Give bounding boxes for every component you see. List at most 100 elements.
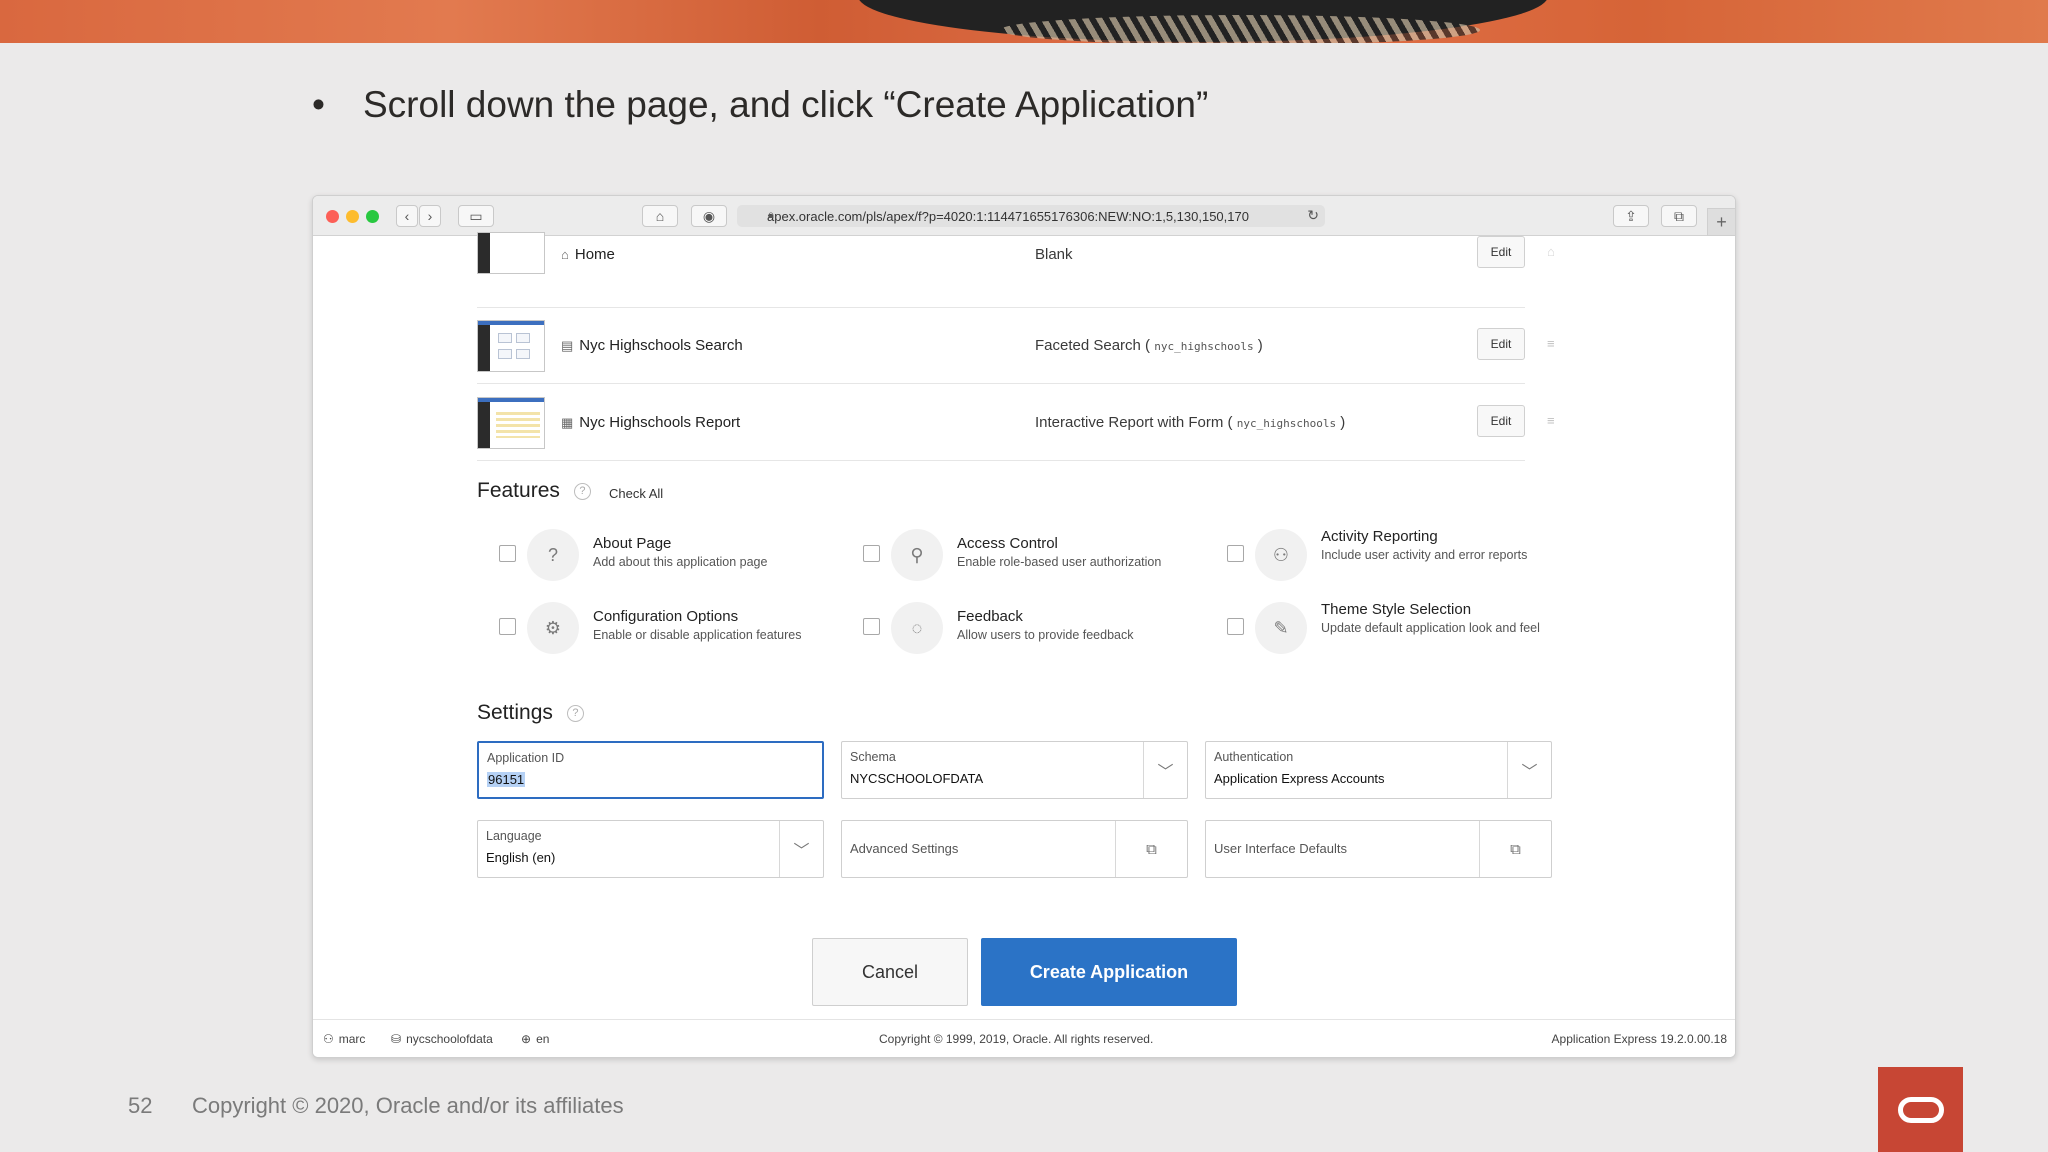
page-thumbnail [477, 320, 545, 372]
key-icon: ⚲ [891, 529, 943, 581]
footer-user-label: marc [338, 1032, 366, 1046]
feature-checkbox[interactable] [1227, 618, 1244, 635]
popup-dialog-icon[interactable]: ⧉ [1479, 821, 1551, 877]
footer-copyright: Copyright © 1999, 2019, Oracle. All righ… [879, 1032, 1154, 1046]
drag-handle-icon[interactable]: ≡ [1547, 413, 1555, 428]
footer-version: Application Express 19.2.0.00.18 [1551, 1032, 1727, 1046]
feature-title: Access Control [957, 535, 1058, 552]
oracle-ring-icon [1897, 1096, 1944, 1123]
footer-workspace-label: nycschoolofdata [406, 1032, 493, 1046]
field-label: Application ID [487, 751, 565, 765]
bullet-marker: • [312, 84, 325, 125]
page-type-end: ) [1340, 414, 1346, 431]
forward-icon[interactable]: › [419, 205, 441, 227]
back-icon[interactable]: ‹ [396, 205, 418, 227]
field-label: Advanced Settings [850, 841, 959, 856]
settings-heading: Settings ? [477, 701, 584, 725]
feature-about-page: ? About Page Add about this application … [499, 527, 859, 583]
create-application-button[interactable]: Create Application [981, 938, 1237, 1006]
authentication-select[interactable]: Authentication Application Express Accou… [1205, 741, 1552, 799]
features-title: Features [477, 479, 560, 502]
page-source-table: nyc_highschools [1154, 340, 1254, 353]
field-label: Schema [850, 750, 896, 764]
feature-feedback: ◌ Feedback Allow users to provide feedba… [863, 600, 1223, 656]
help-icon[interactable]: ? [573, 482, 591, 500]
page-footer: ⚇ marc ⛁ nycschoolofdata ⊕ en Copyright … [313, 1019, 1735, 1057]
reload-icon[interactable]: ↻ [1307, 207, 1319, 224]
popup-dialog-icon[interactable]: ⧉ [1115, 821, 1187, 877]
feature-checkbox[interactable] [1227, 545, 1244, 562]
page-name: ⌂ Home [561, 246, 615, 263]
sliders-icon: ⚙ [527, 602, 579, 654]
slide-copyright: Copyright © 2020, Oracle and/or its affi… [192, 1093, 624, 1118]
chevron-down-icon[interactable]: ﹀ [779, 821, 823, 877]
page-type-label: Interactive Report with Form ( [1035, 414, 1233, 431]
field-label: Authentication [1214, 750, 1294, 764]
minimize-window-button[interactable] [346, 210, 359, 223]
close-window-button[interactable] [326, 210, 339, 223]
home-icon: ⌂ [561, 247, 569, 262]
tabs-icon[interactable]: ⧉ [1661, 205, 1697, 227]
feature-checkbox[interactable] [863, 618, 880, 635]
banner-artwork-stripes [1000, 15, 1480, 43]
question-icon: ? [527, 529, 579, 581]
feature-access-control: ⚲ Access Control Enable role-based user … [863, 527, 1223, 583]
drag-handle-icon[interactable]: ≡ [1547, 336, 1555, 351]
edit-page-button[interactable]: Edit [1477, 236, 1525, 268]
page-thumbnail [477, 232, 545, 274]
page-thumbnail [477, 397, 545, 449]
page-source-table: nyc_highschools [1236, 417, 1337, 430]
language-select[interactable]: Language English (en) ﹀ [477, 820, 824, 878]
password-icon[interactable]: ⌂ [642, 205, 678, 227]
application-id-input[interactable]: 96151 [487, 772, 526, 787]
slide-number: 52 [128, 1093, 153, 1118]
home-page-icon: ⌂ [1547, 244, 1555, 259]
advanced-settings-field[interactable]: Advanced Settings ⧉ [841, 820, 1188, 878]
database-icon: ⛁ [391, 1032, 402, 1046]
feature-checkbox[interactable] [863, 545, 880, 562]
feature-title: About Page [593, 535, 672, 552]
ui-defaults-field[interactable]: User Interface Defaults ⧉ [1205, 820, 1552, 878]
page-type-label: Faceted Search ( [1035, 337, 1151, 354]
page-row: ⌂ Home Blank Edit ⌂ [477, 232, 1555, 308]
feature-title: Feedback [957, 608, 1023, 625]
check-all-link[interactable]: Check All [609, 486, 663, 501]
feature-description: Include user activity and error reports [1321, 548, 1528, 562]
browser-window: ‹ › ▭ ⌂ ◉ 🔒︎ apex.oracle.com/pls/apex/f?… [312, 195, 1736, 1058]
field-label: Language [486, 829, 542, 843]
footer-workspace[interactable]: ⛁ nycschoolofdata [391, 1032, 493, 1046]
page-name: ▤ Nyc Highschools Search [561, 337, 743, 354]
schema-select[interactable]: Schema NYCSCHOOLOFDATA ﹀ [841, 741, 1188, 799]
help-icon[interactable]: ? [566, 704, 584, 722]
page-type: Faceted Search ( nyc_highschools ) [1035, 337, 1263, 354]
footer-user[interactable]: ⚇ marc [323, 1032, 365, 1046]
feature-activity-reporting: ⚇ Activity Reporting Include user activi… [1227, 527, 1587, 583]
feature-theme-style-selection: ✎ Theme Style Selection Update default a… [1227, 600, 1587, 656]
url-bar[interactable]: 🔒︎ apex.oracle.com/pls/apex/f?p=4020:1:1… [737, 205, 1325, 227]
cancel-button[interactable]: Cancel [812, 938, 968, 1006]
application-id-field[interactable]: Application ID 96151 [477, 741, 824, 799]
sidebar-icon[interactable]: ▭ [458, 205, 494, 227]
page-row: ▦ Nyc Highschools Report Interactive Rep… [477, 385, 1555, 461]
chevron-down-icon[interactable]: ﹀ [1143, 742, 1187, 798]
oracle-logo [1878, 1067, 1963, 1152]
edit-page-button[interactable]: Edit [1477, 405, 1525, 437]
feature-title: Activity Reporting [1321, 528, 1438, 545]
globe-icon: ⊕ [521, 1032, 532, 1046]
feature-checkbox[interactable] [499, 545, 516, 562]
chevron-down-icon[interactable]: ﹀ [1507, 742, 1551, 798]
privacy-icon[interactable]: ◉ [691, 205, 727, 227]
feature-description: Enable or disable application features [593, 628, 802, 642]
authentication-value: Application Express Accounts [1214, 771, 1385, 786]
page-type: Interactive Report with Form ( nyc_highs… [1035, 414, 1345, 431]
feature-checkbox[interactable] [499, 618, 516, 635]
zoom-window-button[interactable] [366, 210, 379, 223]
url-text: apex.oracle.com/pls/apex/f?p=4020:1:1144… [767, 208, 1249, 224]
edit-page-button[interactable]: Edit [1477, 328, 1525, 360]
page-row: ▤ Nyc Highschools Search Faceted Search … [477, 308, 1555, 384]
lock-icon: 🔒︎ [768, 209, 774, 221]
share-icon[interactable]: ⇪ [1613, 205, 1649, 227]
new-tab-button[interactable]: + [1707, 208, 1735, 236]
footer-language[interactable]: ⊕ en [521, 1032, 549, 1046]
features-heading: Features ? [477, 479, 591, 503]
